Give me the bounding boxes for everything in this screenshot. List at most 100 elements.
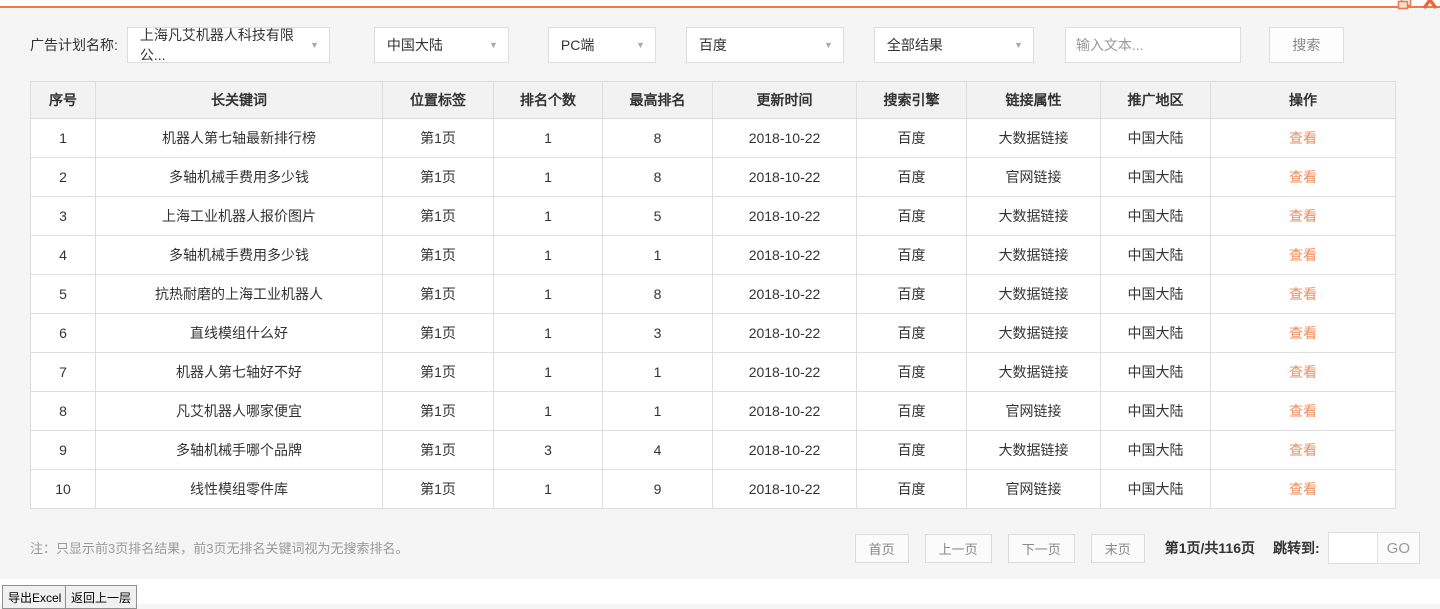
view-link[interactable]: 查看 — [1289, 169, 1317, 185]
cell-update-time: 2018-10-22 — [712, 118, 857, 158]
cell-keyword: 多轴机械手费用多少钱 — [95, 157, 383, 197]
cell-link-attr: 大数据链接 — [966, 352, 1101, 392]
cell-region: 中国大陆 — [1100, 352, 1211, 392]
filter-result-value: 全部结果 — [886, 37, 943, 53]
view-link[interactable]: 查看 — [1289, 286, 1317, 302]
filter-region-select[interactable]: 中国大陆 ▼ — [373, 27, 509, 63]
cell-index: 5 — [30, 274, 96, 314]
cell-engine: 百度 — [856, 118, 967, 158]
jump-group: GO — [1327, 532, 1420, 564]
filter-result-select[interactable]: 全部结果 ▼ — [873, 27, 1034, 63]
accent-divider — [0, 6, 1440, 8]
cell-rank-count: 1 — [493, 352, 603, 392]
cell-engine: 百度 — [856, 157, 967, 197]
cell-best-rank: 8 — [602, 274, 713, 314]
back-button[interactable]: 返回上一层 — [65, 585, 138, 609]
cell-region: 中国大陆 — [1100, 235, 1211, 275]
prev-page-button[interactable]: 上一页 — [924, 533, 992, 563]
view-link[interactable]: 查看 — [1289, 325, 1317, 341]
note-text: 注：只显示前3页排名结果，前3页无排名关键词视为无搜索排名。 — [30, 541, 409, 556]
cell-rank-count: 1 — [493, 196, 603, 236]
cell-index: 7 — [30, 352, 96, 392]
cell-link-attr: 大数据链接 — [966, 196, 1101, 236]
first-page-button[interactable]: 首页 — [854, 533, 909, 563]
filter-engine-select[interactable]: 百度 ▼ — [685, 27, 844, 63]
chevron-up-icon[interactable] — [1422, 0, 1438, 11]
cell-engine: 百度 — [856, 352, 967, 392]
table-header-row: 序号 长关键词 位置标签 排名个数 最高排名 更新时间 搜索引擎 链接属性 推广地区 操作 — [30, 81, 1396, 119]
search-button[interactable]: 搜索 — [1268, 27, 1344, 63]
cell-update-time: 2018-10-22 — [712, 196, 857, 236]
cell-position: 第1页 — [382, 313, 494, 353]
cell-action: 查看 — [1210, 118, 1396, 158]
cell-index: 9 — [30, 430, 96, 470]
next-page-button[interactable]: 下一页 — [1007, 533, 1075, 563]
view-link[interactable]: 查看 — [1289, 403, 1317, 419]
go-button[interactable]: GO — [1376, 533, 1419, 563]
column-header: 排名个数 — [493, 81, 603, 119]
caret-down-icon: ▼ — [635, 40, 645, 50]
cell-index: 10 — [30, 469, 96, 509]
cell-engine: 百度 — [856, 196, 967, 236]
keyword-search-input[interactable] — [1064, 27, 1241, 63]
cell-keyword: 上海工业机器人报价图片 — [95, 196, 383, 236]
cell-region: 中国大陆 — [1100, 391, 1211, 431]
cell-keyword: 抗热耐磨的上海工业机器人 — [95, 274, 383, 314]
column-header: 更新时间 — [712, 81, 857, 119]
export-excel-button[interactable]: 导出Excel — [2, 585, 68, 609]
cell-update-time: 2018-10-22 — [712, 430, 857, 470]
view-link[interactable]: 查看 — [1289, 364, 1317, 380]
caret-down-icon: ▼ — [823, 40, 833, 50]
column-header: 推广地区 — [1100, 81, 1211, 119]
cell-engine: 百度 — [856, 430, 967, 470]
cell-best-rank: 1 — [602, 391, 713, 431]
cell-rank-count: 3 — [493, 430, 603, 470]
filter-engine-value: 百度 — [698, 37, 727, 53]
table-row: 5 抗热耐磨的上海工业机器人 第1页 1 8 2018-10-22 百度 大数据链接 中国大陆 查… — [30, 274, 1396, 314]
last-page-button[interactable]: 末页 — [1090, 533, 1145, 563]
cell-best-rank: 5 — [602, 196, 713, 236]
cell-rank-count: 1 — [493, 391, 603, 431]
cell-engine: 百度 — [856, 274, 967, 314]
cell-keyword: 直线模组什么好 — [95, 313, 383, 353]
cell-action: 查看 — [1210, 469, 1396, 509]
filter-campaign-value: 上海凡艾机器人科技有限公... — [139, 27, 294, 63]
cell-action: 查看 — [1210, 196, 1396, 236]
rank-table-container: 序号 长关键词 位置标签 排名个数 最高排名 更新时间 搜索引擎 链接属性 推广地区 操作 1 机器… — [30, 81, 1396, 509]
column-header: 最高排名 — [602, 81, 713, 119]
cell-link-attr: 大数据链接 — [966, 274, 1101, 314]
cell-index: 1 — [30, 118, 96, 158]
cell-update-time: 2018-10-22 — [712, 313, 857, 353]
filter-device-select[interactable]: PC端 ▼ — [547, 27, 656, 63]
view-link[interactable]: 查看 — [1289, 130, 1317, 146]
cell-engine: 百度 — [856, 469, 967, 509]
table-row: 3 上海工业机器人报价图片 第1页 1 5 2018-10-22 百度 大数据链接 中国大陆 查看 — [30, 196, 1396, 236]
view-link[interactable]: 查看 — [1289, 208, 1317, 224]
view-link[interactable]: 查看 — [1289, 481, 1317, 497]
table-row: 8 凡艾机器人哪家便宜 第1页 1 1 2018-10-22 百度 官网链接 中国大陆 查看 — [30, 391, 1396, 431]
table-row: 6 直线模组什么好 第1页 1 3 2018-10-22 百度 大数据链接 中国大陆 查看 — [30, 313, 1396, 353]
cell-engine: 百度 — [856, 235, 967, 275]
cell-region: 中国大陆 — [1100, 274, 1211, 314]
filter-campaign-select[interactable]: 上海凡艾机器人科技有限公... ▼ — [126, 27, 330, 63]
cell-best-rank: 1 — [602, 235, 713, 275]
view-link[interactable]: 查看 — [1289, 442, 1317, 458]
caret-down-icon: ▼ — [1013, 40, 1023, 50]
cell-region: 中国大陆 — [1100, 118, 1211, 158]
table-row: 7 机器人第七轴好不好 第1页 1 1 2018-10-22 百度 大数据链接 中国大陆 查看 — [30, 352, 1396, 392]
cell-update-time: 2018-10-22 — [712, 157, 857, 197]
cell-position: 第1页 — [382, 391, 494, 431]
cell-keyword: 多轴机械手费用多少钱 — [95, 235, 383, 275]
cell-link-attr: 大数据链接 — [966, 430, 1101, 470]
cell-position: 第1页 — [382, 469, 494, 509]
cell-best-rank: 4 — [602, 430, 713, 470]
restore-window-icon[interactable] — [1397, 0, 1412, 11]
column-header: 搜索引擎 — [856, 81, 967, 119]
cell-best-rank: 1 — [602, 352, 713, 392]
view-link[interactable]: 查看 — [1289, 247, 1317, 263]
table-row: 9 多轴机械手哪个品牌 第1页 3 4 2018-10-22 百度 大数据链接 中国大陆 查看 — [30, 430, 1396, 470]
cell-rank-count: 1 — [493, 235, 603, 275]
cell-action: 查看 — [1210, 235, 1396, 275]
jump-page-input[interactable] — [1328, 533, 1377, 563]
table-row: 4 多轴机械手费用多少钱 第1页 1 1 2018-10-22 百度 大数据链接 中国大陆 查看 — [30, 235, 1396, 275]
